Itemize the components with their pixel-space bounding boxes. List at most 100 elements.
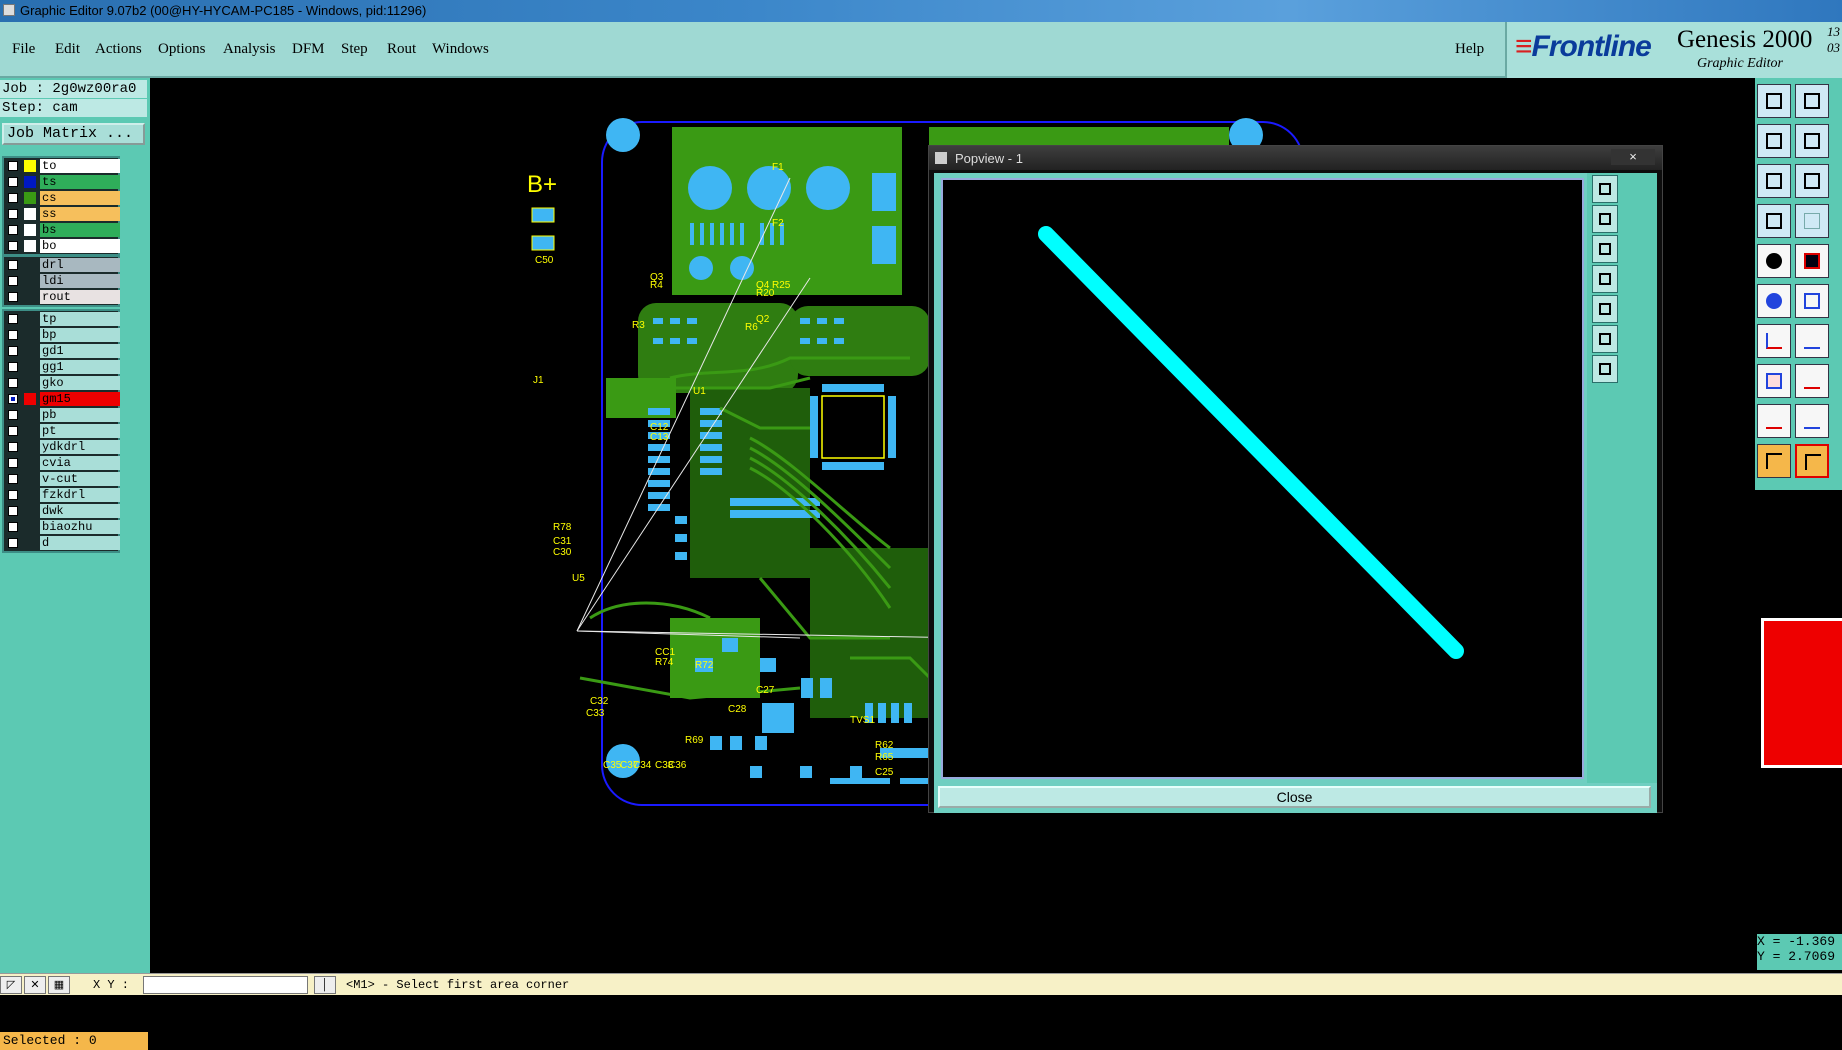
popview-tool-4-icon[interactable] [1592, 265, 1618, 293]
layer-color-swatch[interactable] [24, 521, 36, 533]
layer-checkbox[interactable] [8, 410, 18, 420]
layer-name[interactable]: pb [40, 408, 120, 422]
popview-tool-6-icon[interactable] [1592, 325, 1618, 353]
tool-pan-right-icon[interactable] [1795, 124, 1829, 158]
popview-tool-5-icon[interactable] [1592, 295, 1618, 323]
layer-name[interactable]: to [40, 159, 120, 173]
layer-row-gd1[interactable]: gd1 [4, 343, 120, 359]
layer-name[interactable]: gg1 [40, 360, 120, 374]
tool-measure-icon[interactable] [1795, 244, 1829, 278]
menu-file[interactable]: File [12, 41, 35, 58]
layer-checkbox[interactable] [8, 346, 18, 356]
layer-row-ldi[interactable]: ldi [4, 273, 120, 289]
layer-name[interactable]: bs [40, 223, 120, 237]
layer-checkbox[interactable] [8, 161, 18, 171]
layer-color-swatch[interactable] [24, 441, 36, 453]
layer-row-biaozhu[interactable]: biaozhu [4, 519, 120, 535]
tool-triangle2-icon[interactable] [1795, 404, 1829, 438]
layer-color-swatch[interactable] [24, 393, 36, 405]
layer-row-cvia[interactable]: cvia [4, 455, 120, 471]
job-matrix-button[interactable]: Job Matrix ... [2, 123, 145, 145]
layer-name[interactable]: gm15 [40, 392, 120, 406]
layer-checkbox[interactable] [8, 458, 18, 468]
cross-select-icon[interactable]: ✕ [24, 976, 46, 994]
popview-close-button[interactable]: × [1611, 149, 1655, 165]
layer-color-swatch[interactable] [24, 425, 36, 437]
menu-help[interactable]: Help [1455, 41, 1484, 58]
layer-row-ydkdrl[interactable]: ydkdrl [4, 439, 120, 455]
layer-color-swatch[interactable] [24, 160, 36, 172]
tool-select-icon[interactable] [1757, 444, 1791, 478]
tool-line-blue-icon[interactable] [1795, 324, 1829, 358]
layer-color-swatch[interactable] [24, 377, 36, 389]
layer-color-swatch[interactable] [24, 489, 36, 501]
layer-checkbox[interactable] [8, 506, 18, 516]
layer-row-drl[interactable]: drl [4, 257, 120, 273]
tool-net-icon[interactable] [1757, 284, 1791, 318]
tool-minus-icon[interactable] [1795, 364, 1829, 398]
layer-color-swatch[interactable] [24, 208, 36, 220]
popview-titlebar[interactable]: Popview - 1 × [929, 146, 1662, 170]
tool-select-active-icon[interactable] [1795, 444, 1829, 478]
layer-color-swatch[interactable] [24, 409, 36, 421]
tool-zoom-fit-icon[interactable] [1757, 164, 1791, 198]
layer-checkbox[interactable] [8, 522, 18, 532]
layer-row-gm15[interactable]: gm15 [4, 391, 120, 407]
menu-analysis[interactable]: Analysis [223, 41, 276, 58]
grid-select-icon[interactable]: ▦ [48, 976, 70, 994]
popview-view[interactable] [941, 178, 1584, 779]
layer-name[interactable]: bp [40, 328, 120, 342]
layer-row-pb[interactable]: pb [4, 407, 120, 423]
popview-close-bottom-button[interactable]: Close [938, 786, 1651, 808]
layer-color-swatch[interactable] [24, 505, 36, 517]
tool-grid-icon[interactable] [1795, 204, 1829, 238]
tool-zoom-down-icon[interactable] [1795, 84, 1829, 118]
popview-tool-3-icon[interactable] [1592, 235, 1618, 263]
menu-edit[interactable]: Edit [55, 41, 80, 58]
layer-row-bo[interactable]: bo [4, 238, 120, 254]
tool-cross-icon[interactable] [1795, 284, 1829, 318]
layer-name[interactable]: ss [40, 207, 120, 221]
layer-name[interactable]: tp [40, 312, 120, 326]
layer-color-swatch[interactable] [24, 457, 36, 469]
layer-color-swatch[interactable] [24, 192, 36, 204]
popview-tool-1-icon[interactable] [1592, 175, 1618, 203]
layer-row-fzkdrl[interactable]: fzkdrl [4, 487, 120, 503]
tool-zoom-area-icon[interactable] [1795, 164, 1829, 198]
tool-pan-left-icon[interactable] [1757, 124, 1791, 158]
layer-row-rout[interactable]: rout [4, 289, 120, 305]
layer-checkbox[interactable] [8, 442, 18, 452]
menu-rout[interactable]: Rout [387, 41, 416, 58]
layer-name[interactable]: cs [40, 191, 120, 205]
layer-row-d[interactable]: d [4, 535, 120, 551]
tool-line-red-icon[interactable] [1757, 324, 1791, 358]
layer-checkbox[interactable] [8, 330, 18, 340]
layer-checkbox[interactable] [8, 241, 18, 251]
layer-color-swatch[interactable] [24, 329, 36, 341]
menu-step[interactable]: Step [341, 41, 368, 58]
layer-checkbox[interactable] [8, 225, 18, 235]
popview-tool-7-icon[interactable] [1592, 355, 1618, 383]
layer-row-bs[interactable]: bs [4, 222, 120, 238]
layer-row-ss[interactable]: ss [4, 206, 120, 222]
layer-checkbox[interactable] [8, 378, 18, 388]
tool-zoom-home-icon[interactable] [1757, 84, 1791, 118]
layer-color-swatch[interactable] [24, 473, 36, 485]
layer-row-gg1[interactable]: gg1 [4, 359, 120, 375]
layer-color-swatch[interactable] [24, 537, 36, 549]
layer-row-to[interactable]: to [4, 158, 120, 174]
layer-row-ts[interactable]: ts [4, 174, 120, 190]
layer-checkbox[interactable] [8, 177, 18, 187]
layer-name[interactable]: dwk [40, 504, 120, 518]
layer-checkbox[interactable] [8, 260, 18, 270]
layer-name[interactable]: drl [40, 258, 120, 272]
layer-row-cs[interactable]: cs [4, 190, 120, 206]
layer-row-tp[interactable]: tp [4, 311, 120, 327]
layer-name[interactable]: ydkdrl [40, 440, 120, 454]
layer-checkbox[interactable] [8, 538, 18, 548]
layer-color-swatch[interactable] [24, 176, 36, 188]
tool-triangle-icon[interactable] [1757, 404, 1791, 438]
layer-row-gko[interactable]: gko [4, 375, 120, 391]
layer-checkbox[interactable] [8, 314, 18, 324]
layer-row-pt[interactable]: pt [4, 423, 120, 439]
